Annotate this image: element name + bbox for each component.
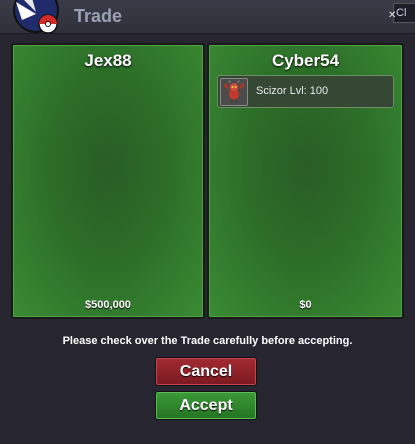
money-offer-left: $500,000 bbox=[85, 299, 131, 311]
chat-tab[interactable]: ✕ Cl bbox=[388, 3, 415, 23]
their-offer-panel: Cyber54 Scizor Lvl: 100 $0 bbox=[207, 43, 404, 319]
game-logo-icon bbox=[13, 0, 59, 34]
item-name: Scizor bbox=[256, 85, 287, 97]
trade-window: Jex88 $500,000 Cyber54 Scizor Lvl: 100 $… bbox=[0, 34, 415, 444]
trade-item-label: Scizor Lvl: 100 bbox=[256, 85, 328, 97]
scizor-sprite-icon bbox=[220, 78, 248, 106]
player-name-right: Cyber54 bbox=[271, 51, 340, 70]
accept-button[interactable]: Accept bbox=[155, 391, 257, 420]
trade-notice: Please check over the Trade carefully be… bbox=[62, 335, 353, 347]
title-bar: Trade ✕ Cl bbox=[0, 0, 415, 34]
my-offer-panel: Jex88 $500,000 bbox=[11, 43, 205, 319]
item-level: Lvl: 100 bbox=[289, 85, 329, 97]
chat-tab-label: Cl bbox=[396, 7, 407, 19]
money-offer-right: $0 bbox=[299, 299, 312, 311]
window-title: Trade bbox=[74, 6, 123, 26]
player-name-left: Jex88 bbox=[84, 51, 132, 70]
trade-item[interactable]: Scizor Lvl: 100 bbox=[217, 75, 394, 108]
cancel-button[interactable]: Cancel bbox=[155, 357, 257, 386]
close-icon[interactable]: ✕ bbox=[388, 7, 396, 25]
